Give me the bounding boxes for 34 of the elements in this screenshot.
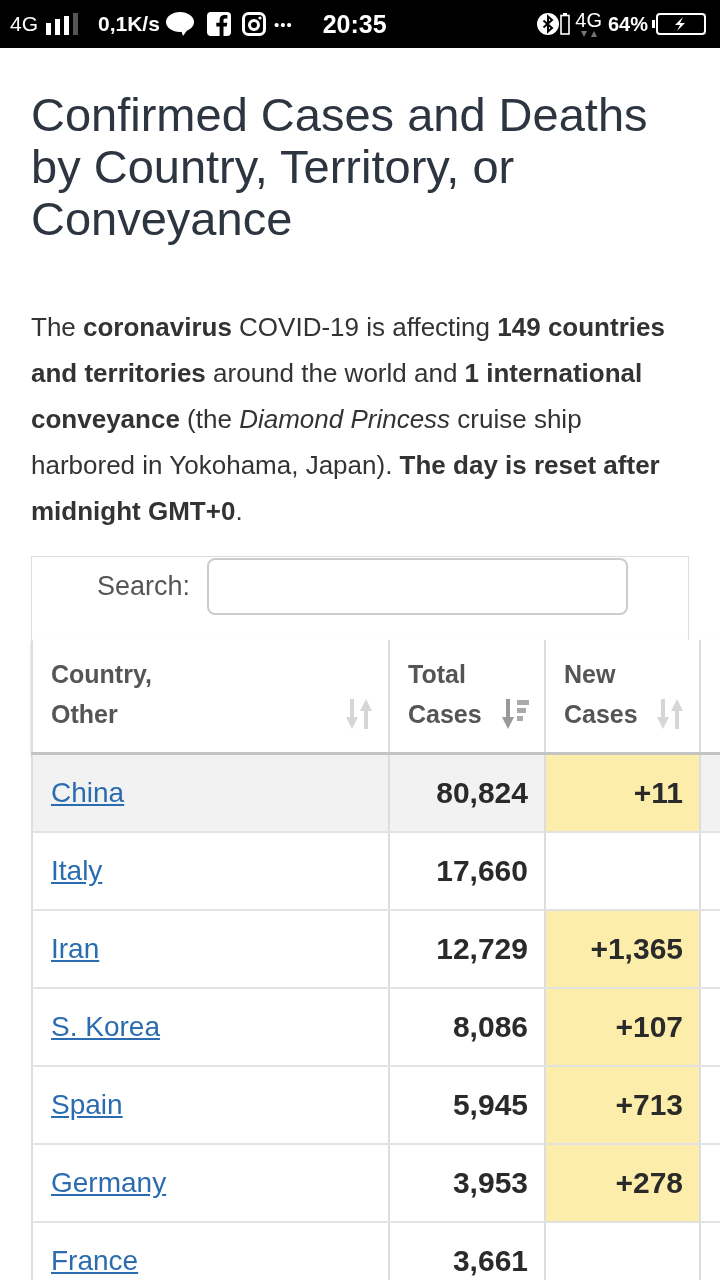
total-cases-cell: 3,661 bbox=[388, 1223, 544, 1280]
new-cases-cell: +278 bbox=[544, 1145, 699, 1221]
country-link[interactable]: Germany bbox=[51, 1167, 167, 1199]
total-cases-cell: 17,660 bbox=[388, 833, 544, 909]
country-link[interactable]: Spain bbox=[51, 1089, 123, 1121]
clock: 20:35 bbox=[322, 9, 387, 39]
new-cases-cell: +1,365 bbox=[544, 911, 699, 987]
battery-level: 64% bbox=[607, 12, 648, 36]
country-link[interactable]: France bbox=[51, 1245, 139, 1277]
page-heading: Confirmed Cases and Deaths by Country, Territory, or Conveyance bbox=[31, 89, 649, 245]
network-speed: 0,1K/s bbox=[98, 12, 160, 36]
data-arrows-icon bbox=[578, 31, 599, 38]
search-field[interactable] bbox=[207, 558, 628, 615]
column-header[interactable]: Country, Other bbox=[31, 640, 388, 752]
column-header[interactable]: New Cases bbox=[544, 640, 699, 752]
new-cases-cell: +713 bbox=[544, 1067, 699, 1143]
column-header[interactable]: Total Cases bbox=[388, 640, 544, 752]
country-link[interactable]: Iran bbox=[51, 933, 100, 965]
search-label: Search: bbox=[96, 570, 190, 603]
new-cases-cell: +11 bbox=[544, 755, 699, 831]
country-link[interactable]: China bbox=[51, 777, 125, 809]
new-cases-cell: +107 bbox=[544, 989, 699, 1065]
more-notifications: ••• bbox=[273, 15, 293, 33]
camera-icon bbox=[241, 12, 266, 36]
battery-charging-icon bbox=[652, 13, 706, 35]
intro-paragraph: The coronavirus COVID-19 is affecting 149 countries and territories around the world and 1 international conveyance (the Diamond Princess cruise ship harbored in Yokohama, Japan). The day is reset after midnight GMT+0. bbox=[31, 311, 666, 528]
country-link[interactable]: S. Korea bbox=[51, 1011, 160, 1043]
bluetooth-icon bbox=[537, 13, 560, 35]
chat-bubble-icon bbox=[165, 12, 194, 36]
country-link[interactable]: Italy bbox=[51, 855, 103, 887]
battery-icon bbox=[560, 13, 571, 35]
network-type: 4G bbox=[575, 10, 602, 30]
network-type: 4G bbox=[10, 12, 38, 36]
f-logo-icon bbox=[206, 12, 231, 36]
